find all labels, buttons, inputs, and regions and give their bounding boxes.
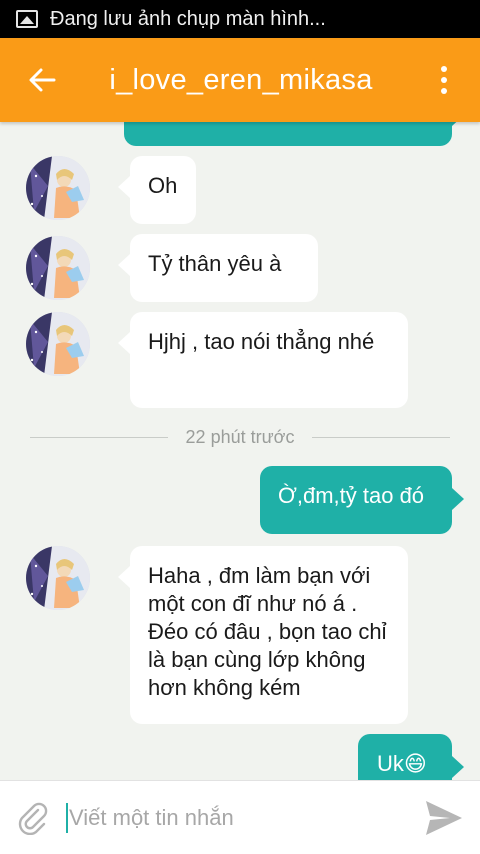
status-notification-text: Đang lưu ảnh chụp màn hình... bbox=[50, 7, 326, 30]
divider-line bbox=[30, 436, 168, 438]
message-bubble-outgoing[interactable]: Uk😄 bbox=[358, 734, 464, 780]
message-bubble-incoming[interactable]: Haha , đm làm bạn với một con đĩ như nó … bbox=[118, 546, 408, 724]
message-bubble-incoming[interactable]: Hjhj , tao nói thẳng nhé bbox=[118, 312, 408, 408]
message-text: Oh bbox=[148, 173, 178, 198]
image-icon bbox=[16, 10, 38, 28]
message-input[interactable] bbox=[69, 804, 389, 831]
text-cursor bbox=[66, 802, 68, 833]
time-divider: 22 phút trước bbox=[30, 426, 450, 448]
message-text: Tỷ thân yêu à bbox=[148, 251, 282, 276]
send-button[interactable] bbox=[408, 781, 480, 854]
message-bubble-incoming[interactable]: Oh bbox=[118, 156, 196, 224]
send-icon bbox=[426, 800, 462, 835]
message-list[interactable]: Oh Tỷ thân yêu à Hjhj , tao nói thẳng nh… bbox=[0, 122, 480, 780]
attach-button[interactable] bbox=[0, 781, 66, 854]
message-text: Haha , đm làm bạn với một con đĩ như nó … bbox=[148, 563, 387, 700]
message-bubble-incoming[interactable]: Tỷ thân yêu à bbox=[118, 234, 318, 302]
message-text: Ờ,đm,tỷ tao đó bbox=[278, 483, 425, 508]
message-bubble-outgoing[interactable]: Ờ,đm,tỷ tao đó bbox=[260, 466, 464, 534]
conversation-title: i_love_eren_mikasa bbox=[109, 63, 373, 96]
message-text: Uk😄 bbox=[377, 751, 427, 776]
app-bar: i_love_eren_mikasa bbox=[0, 38, 480, 122]
arrow-back-icon bbox=[29, 68, 56, 92]
avatar[interactable] bbox=[26, 312, 90, 376]
divider-line bbox=[312, 436, 450, 438]
message-field[interactable] bbox=[66, 794, 408, 842]
back-button[interactable] bbox=[0, 38, 84, 122]
message-composer bbox=[0, 780, 480, 854]
status-bar: Đang lưu ảnh chụp màn hình... bbox=[0, 0, 480, 38]
avatar[interactable] bbox=[26, 546, 90, 610]
more-options-button[interactable] bbox=[408, 38, 480, 122]
more-vert-icon bbox=[441, 66, 447, 72]
avatar[interactable] bbox=[26, 156, 90, 220]
message-text: Hjhj , tao nói thẳng nhé bbox=[148, 329, 375, 354]
paperclip-icon bbox=[18, 802, 48, 835]
message-bubble-outgoing-cut bbox=[124, 122, 464, 146]
time-divider-label: 22 phút trước bbox=[185, 426, 295, 447]
avatar[interactable] bbox=[26, 236, 90, 300]
